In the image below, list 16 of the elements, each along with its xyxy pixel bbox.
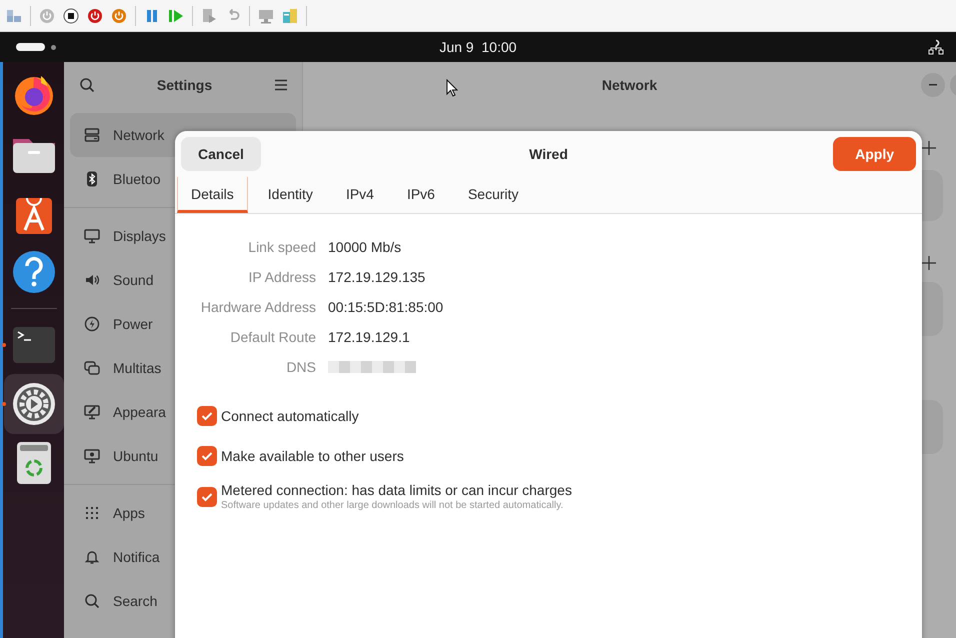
sidebar-title: Settings bbox=[156, 76, 212, 92]
field-value: 172.19.129.135 bbox=[328, 268, 426, 287]
field-label: IP Address bbox=[248, 268, 316, 287]
checkbox-label: Make available to other users bbox=[221, 448, 404, 464]
field-label: DNS bbox=[285, 358, 316, 377]
field-label: Default Route bbox=[229, 328, 316, 347]
field-value: 172.19.129.1 bbox=[328, 328, 411, 347]
field-label: Link speed bbox=[247, 238, 316, 257]
field-value: 00:15:5D:81:85:00 bbox=[328, 298, 444, 317]
checkbox-label: Connect automatically bbox=[221, 408, 359, 424]
checkbox-label: Metered connection: has data limits or can incur charges bbox=[221, 482, 572, 498]
page-title: Network bbox=[602, 76, 658, 92]
field-label: Hardware Address bbox=[200, 298, 316, 317]
option-note: Software updates and other large downloads will not be started automatically. bbox=[221, 500, 564, 511]
dialog-title: Wired bbox=[529, 146, 568, 162]
field-value: 10000 Mb/s bbox=[328, 238, 402, 257]
